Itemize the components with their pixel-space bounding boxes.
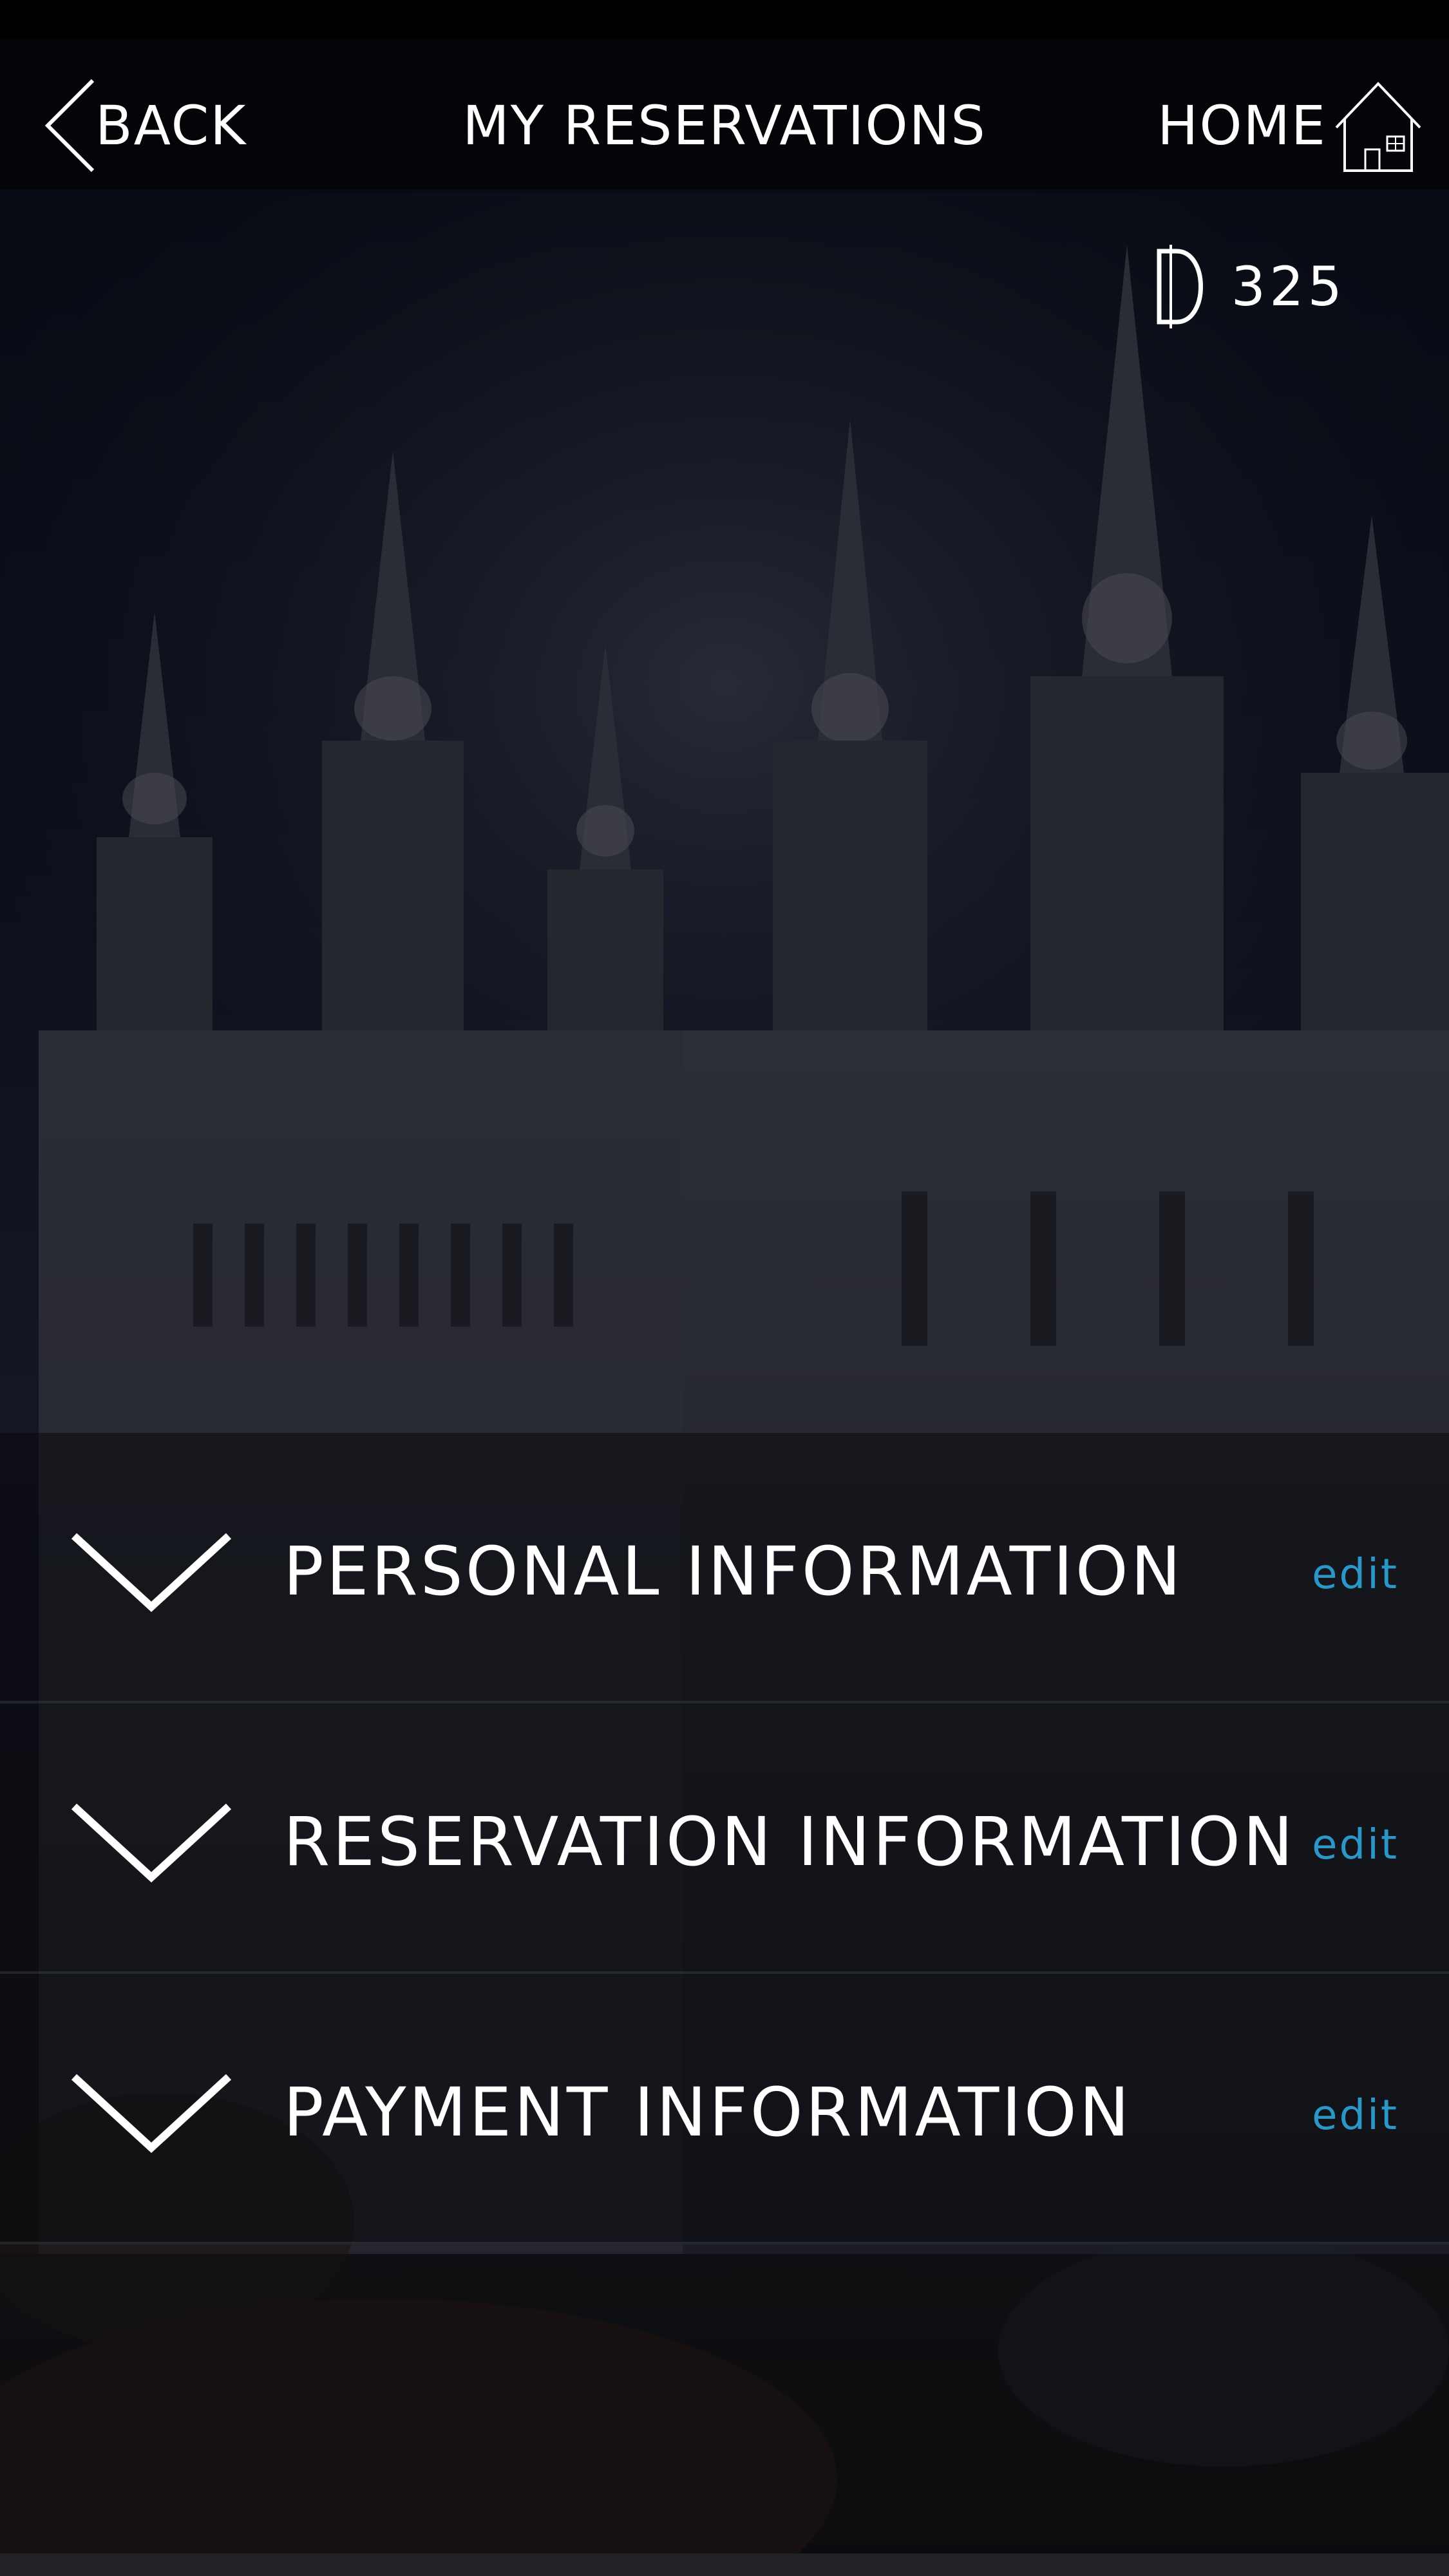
chevron-down-icon xyxy=(71,2074,232,2154)
section-label: RESERVATION INFORMATION xyxy=(283,1803,1296,1881)
balance-display: 325 xyxy=(1148,238,1346,335)
chevron-down-icon xyxy=(71,1803,232,1883)
section-payment-information[interactable]: PAYMENT INFORMATION edit xyxy=(0,1974,1449,2244)
navigation-bar: MY RESERVATIONS BACK HOME xyxy=(0,39,1449,189)
chevron-down-icon xyxy=(71,1533,232,1613)
section-label: PERSONAL INFORMATION xyxy=(283,1532,1184,1611)
edit-personal-information-link[interactable]: edit xyxy=(1312,1542,1399,1607)
house-icon xyxy=(1335,82,1421,172)
chevron-left-icon xyxy=(44,79,95,173)
section-personal-information[interactable]: PERSONAL INFORMATION edit xyxy=(0,1433,1449,1703)
back-label: BACK xyxy=(95,94,247,157)
edit-reservation-information-link[interactable]: edit xyxy=(1312,1813,1399,1877)
section-reservation-information[interactable]: RESERVATION INFORMATION edit xyxy=(0,1703,1449,1974)
status-bar xyxy=(0,0,1449,39)
section-label: PAYMENT INFORMATION xyxy=(283,2073,1132,2152)
balance-value: 325 xyxy=(1231,255,1346,318)
double-struck-d-icon xyxy=(1157,245,1203,328)
reservation-sections: PERSONAL INFORMATION edit RESERVATION IN… xyxy=(0,1433,1449,2244)
bottom-strip xyxy=(0,2553,1449,2576)
back-button[interactable]: BACK xyxy=(41,77,247,174)
edit-payment-information-link[interactable]: edit xyxy=(1312,2083,1399,2148)
home-label: HOME xyxy=(1157,94,1327,157)
reservations-screen: MY RESERVATIONS BACK HOME 325 PERSONAL I… xyxy=(0,0,1449,2576)
home-button[interactable]: HOME xyxy=(1157,77,1423,174)
